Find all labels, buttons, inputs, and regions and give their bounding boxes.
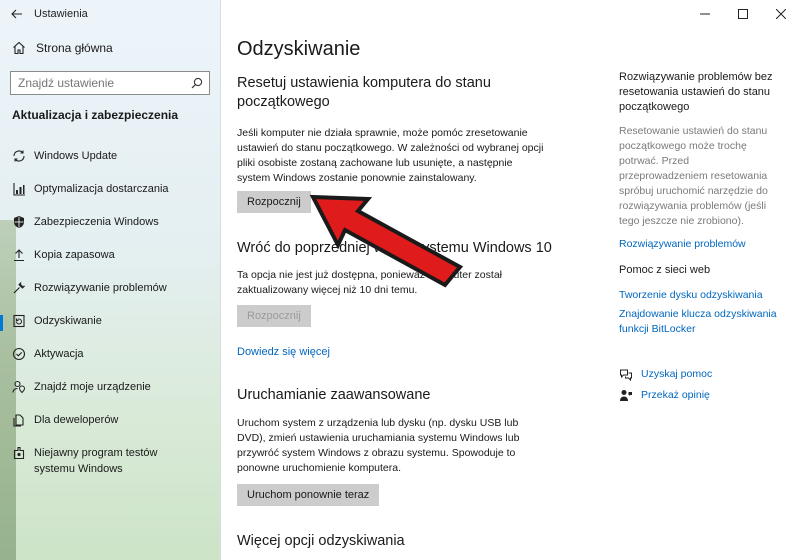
back-button[interactable] xyxy=(0,0,34,28)
web-help-panel: Pomoc z sieci web Tworzenie dysku odzysk… xyxy=(619,263,789,337)
advanced-startup-section: Uruchamianie zaawansowane Uruchom system… xyxy=(237,386,567,506)
home-label: Strona główna xyxy=(36,41,113,55)
more-recovery-section: Więcej opcji odzyskiwania xyxy=(237,532,567,551)
developer-icon xyxy=(12,412,26,428)
find-bitlocker-key-link[interactable]: Znajdowanie klucza odzyskiwania funkcji … xyxy=(619,307,779,337)
troubleshoot-heading: Rozwiązywanie problemów bez resetowania … xyxy=(619,71,773,113)
search-box[interactable] xyxy=(10,71,210,95)
advanced-startup-heading: Uruchamianie zaawansowane xyxy=(237,387,431,403)
sidebar-item-label: Znajdź moje urządzenie xyxy=(34,381,151,393)
advanced-startup-description: Uruchom system z urządzenia lub dysku (n… xyxy=(237,417,520,474)
section-title: Aktualizacja i zabezpieczenia xyxy=(12,108,179,122)
web-help-heading: Pomoc z sieci web xyxy=(619,264,711,276)
support-panel: Uzyskaj pomoc Przekaż opinię xyxy=(619,367,789,403)
sidebar-item-label: Kopia zapasowa xyxy=(34,249,115,261)
sidebar-item-recovery[interactable]: Odzyskiwanie xyxy=(0,306,220,339)
insider-icon xyxy=(12,445,26,461)
sidebar-item-label: Odzyskiwanie xyxy=(34,315,102,327)
create-recovery-drive-link[interactable]: Tworzenie dysku odzyskiwania xyxy=(619,288,789,303)
sidebar-item-label: Rozwiązywanie problemów xyxy=(34,282,167,294)
sidebar-item-label: Aktywacja xyxy=(34,348,84,360)
troubleshoot-link[interactable]: Rozwiązywanie problemów xyxy=(619,237,789,252)
back-arrow-icon xyxy=(11,9,22,19)
window-controls xyxy=(686,0,800,28)
app-title: Ustawienia xyxy=(34,8,88,20)
go-back-start-button[interactable]: Rozpocznij xyxy=(237,305,311,327)
upload-icon xyxy=(12,247,26,263)
annotation-arrow-icon xyxy=(309,194,464,288)
sidebar-item-windows-update[interactable]: Windows Update xyxy=(0,141,220,174)
get-help-link[interactable]: Uzyskaj pomoc xyxy=(641,367,712,382)
page-title: Odzyskiwanie xyxy=(237,38,361,60)
sidebar-item-label: Optymalizacja dostarczania xyxy=(34,183,169,195)
troubleshoot-description: Resetowanie ustawień do stanu początkowe… xyxy=(619,125,768,227)
get-help-row[interactable]: Uzyskaj pomoc xyxy=(619,367,789,382)
close-icon xyxy=(776,9,786,19)
feedback-row[interactable]: Przekaż opinię xyxy=(619,388,789,403)
reset-description: Jeśli komputer nie działa sprawnie, może… xyxy=(237,127,544,184)
minimize-button[interactable] xyxy=(686,0,724,28)
close-button[interactable] xyxy=(762,0,800,28)
feedback-link[interactable]: Przekaż opinię xyxy=(641,388,710,403)
minimize-icon xyxy=(700,13,710,15)
sidebar-nav: Windows Update Optymalizacja dostarczani… xyxy=(0,141,220,484)
sidebar-item-label: Windows Update xyxy=(34,150,118,162)
sidebar-item-developers[interactable]: Dla deweloperów xyxy=(0,405,220,438)
maximize-button[interactable] xyxy=(724,0,762,28)
wrench-icon xyxy=(12,280,26,296)
sidebar-item-backup[interactable]: Kopia zapasowa xyxy=(0,240,220,273)
maximize-icon xyxy=(738,9,748,19)
sidebar-item-find-my-device[interactable]: Znajdź moje urządzenie xyxy=(0,372,220,405)
learn-more-link[interactable]: Dowiedz się więcej xyxy=(237,346,330,358)
titlebar-left: Ustawienia xyxy=(0,0,220,28)
sidebar-item-label: Niejawny program testów systemu Windows xyxy=(34,447,158,475)
search-input[interactable] xyxy=(11,73,185,93)
restart-now-button[interactable]: Uruchom ponownie teraz xyxy=(237,484,380,506)
sidebar: Ustawienia Strona główna Aktualizacja i … xyxy=(0,0,221,560)
chat-help-icon xyxy=(620,369,632,381)
person-location-icon xyxy=(12,379,26,395)
sidebar-item-windows-security[interactable]: Zabezpieczenia Windows xyxy=(0,207,220,240)
sidebar-item-activation[interactable]: Aktywacja xyxy=(0,339,220,372)
check-circle-icon xyxy=(12,346,26,362)
sync-icon xyxy=(12,148,26,164)
feedback-icon xyxy=(620,389,632,401)
more-recovery-heading: Więcej opcji odzyskiwania xyxy=(237,533,405,549)
troubleshoot-panel: Rozwiązywanie problemów bez resetowania … xyxy=(619,70,789,252)
sidebar-item-troubleshoot[interactable]: Rozwiązywanie problemów xyxy=(0,273,220,306)
home-link[interactable]: Strona główna xyxy=(12,41,113,55)
home-icon xyxy=(13,41,25,55)
delivery-optimization-icon xyxy=(12,181,26,197)
sidebar-item-insider-program[interactable]: Niejawny program testów systemu Windows xyxy=(0,438,220,484)
search-icon[interactable] xyxy=(185,77,209,89)
reset-heading: Resetuj ustawienia komputera do stanu po… xyxy=(237,75,491,110)
recovery-icon xyxy=(12,313,26,329)
sidebar-item-delivery-optimization[interactable]: Optymalizacja dostarczania xyxy=(0,174,220,207)
sidebar-item-label: Dla deweloperów xyxy=(34,414,119,426)
shield-icon xyxy=(12,214,26,230)
sidebar-item-label: Zabezpieczenia Windows xyxy=(34,216,159,228)
